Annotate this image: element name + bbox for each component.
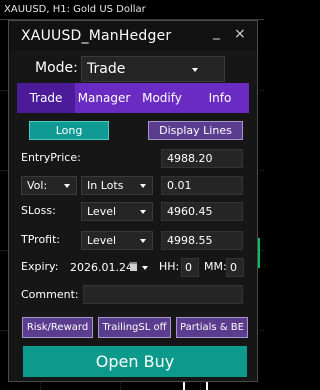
sloss-label: SLoss: [21,204,56,217]
minimize-icon[interactable]: _ [213,24,220,40]
open-buy-button[interactable]: Open Buy [23,346,247,377]
sloss-mode-select[interactable]: Level [81,202,153,221]
tprofit-label: TProfit: [21,233,61,246]
tprofit-mode-select[interactable]: Level [81,231,153,250]
chart-candle [258,238,260,268]
hh-label: HH: [159,260,180,273]
long-button[interactable]: Long [29,121,109,140]
entry-price-label: EntryPrice: [21,151,81,164]
close-icon[interactable]: × [234,26,246,42]
calendar-icon[interactable] [130,262,137,271]
tprofit-mode-value: Level [87,234,117,247]
chart-window-title: XAUUSD, H1: Gold US Dollar [0,0,264,20]
mode-row: Mode: Trade [9,55,257,83]
tprofit-input[interactable]: 4998.55 [161,231,243,250]
panel-title: XAUUSD_ManHedger [21,28,172,44]
volume-mode-select[interactable]: In Lots [81,176,153,195]
sloss-mode-value: Level [87,205,117,218]
chevron-down-icon [140,239,146,243]
display-lines-button[interactable]: Display Lines [148,121,243,140]
manhedger-panel: XAUUSD_ManHedger _ × Mode: Trade Trade M… [8,20,258,382]
trailing-sl-button[interactable]: TrailingSL off [98,317,171,338]
chevron-down-icon [140,210,146,214]
entry-price-input[interactable]: 4988.20 [161,149,243,168]
chevron-down-icon [64,184,70,188]
tab-modify[interactable]: Modify [133,83,191,113]
expiry-label: Expiry: [21,260,59,273]
tab-info[interactable]: Info [191,83,249,113]
volume-label: Vol: [27,179,48,192]
partials-be-button[interactable]: Partials & BE [176,317,248,338]
mm-input[interactable]: 0 [226,258,244,277]
expiry-date-value: 2026.01.24 [70,261,133,274]
sloss-input[interactable]: 4960.45 [161,202,243,221]
mode-value: Trade [87,61,126,77]
mode-select[interactable]: Trade [81,56,225,82]
panel-titlebar[interactable]: XAUUSD_ManHedger _ × [9,21,257,51]
tab-bar: Trade Manager Modify Info [17,83,249,113]
chevron-down-icon [140,184,146,188]
volume-input[interactable]: 0.01 [161,176,243,195]
mode-label: Mode: [35,60,78,76]
comment-input[interactable] [83,285,243,304]
volume-mode-value: In Lots [87,179,124,192]
mm-label: MM: [204,260,227,273]
tab-trade[interactable]: Trade [17,83,75,113]
tab-manager[interactable]: Manager [75,83,133,113]
risk-reward-button[interactable]: Risk/Reward [22,317,93,338]
chevron-down-icon [192,68,198,72]
hh-input[interactable]: 0 [181,258,199,277]
volume-select[interactable]: Vol: [21,176,77,195]
comment-label: Comment: [21,288,79,301]
chevron-down-icon [142,266,148,270]
date-dropdown[interactable] [140,263,150,272]
